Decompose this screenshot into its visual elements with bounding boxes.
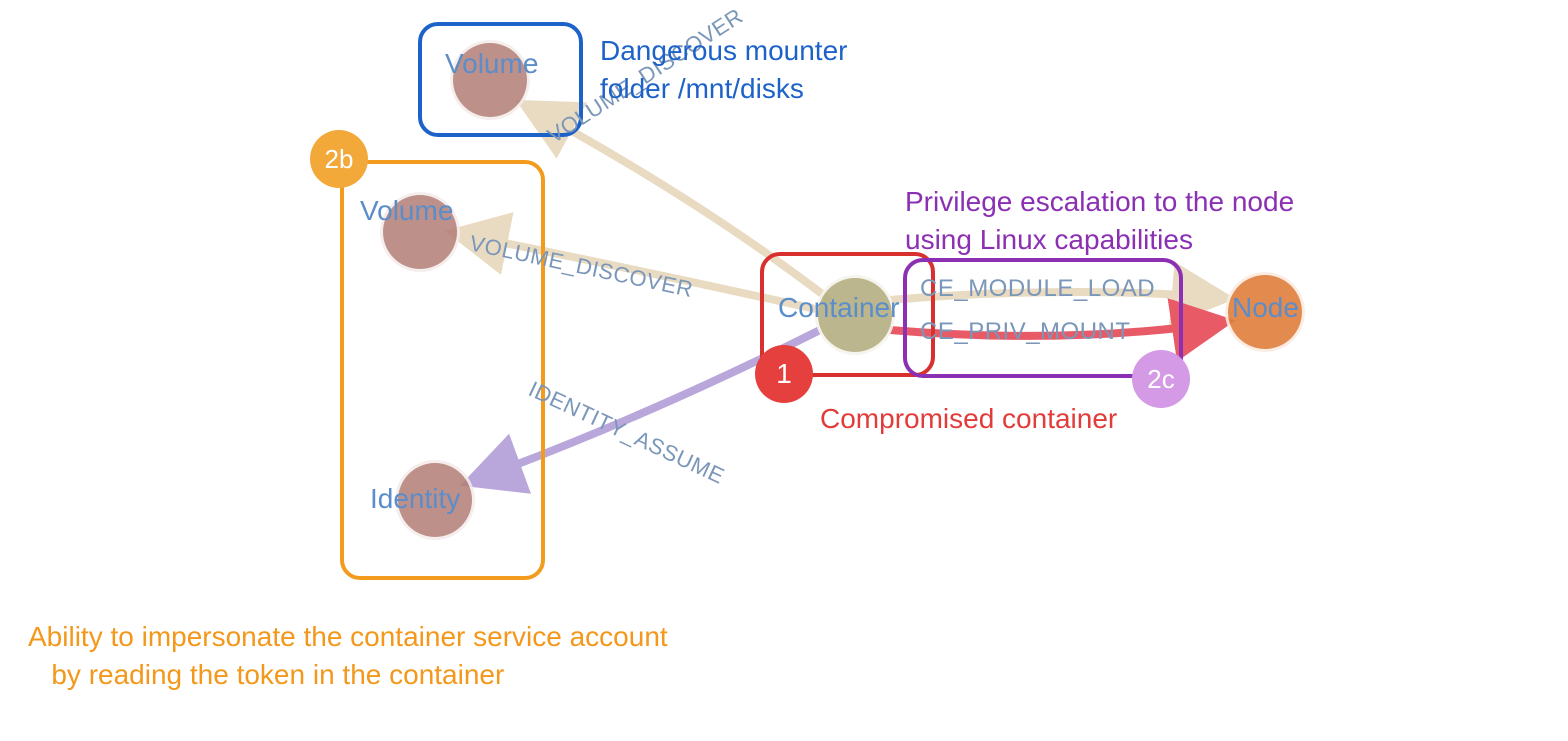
node-identity-label: Identity bbox=[370, 483, 460, 515]
caption-mounter: Dangerous mounter folder /mnt/disks bbox=[600, 32, 847, 108]
diagram-stage: Volume Volume Identity Container Node VO… bbox=[0, 0, 1568, 741]
node-volume-top-label: Volume bbox=[445, 48, 538, 80]
node-volume-mid-label: Volume bbox=[360, 195, 453, 227]
badge-2b: 2b bbox=[310, 130, 368, 188]
edge-label-identity-assume: IDENTITY_ASSUME bbox=[525, 376, 729, 490]
badge-2c: 2c bbox=[1132, 350, 1190, 408]
badge-1: 1 bbox=[755, 345, 813, 403]
caption-impersonate: Ability to impersonate the container ser… bbox=[28, 618, 668, 694]
edge-label-ce-priv-mount: CE_PRIV_MOUNT bbox=[920, 318, 1131, 346]
node-node-label: Node bbox=[1232, 292, 1299, 324]
caption-compromised: Compromised container bbox=[820, 400, 1117, 438]
node-container-label: Container bbox=[778, 292, 899, 324]
caption-privesc: Privilege escalation to the node using L… bbox=[905, 183, 1294, 259]
edge-label-ce-module-load: CE_MODULE_LOAD bbox=[920, 275, 1155, 303]
